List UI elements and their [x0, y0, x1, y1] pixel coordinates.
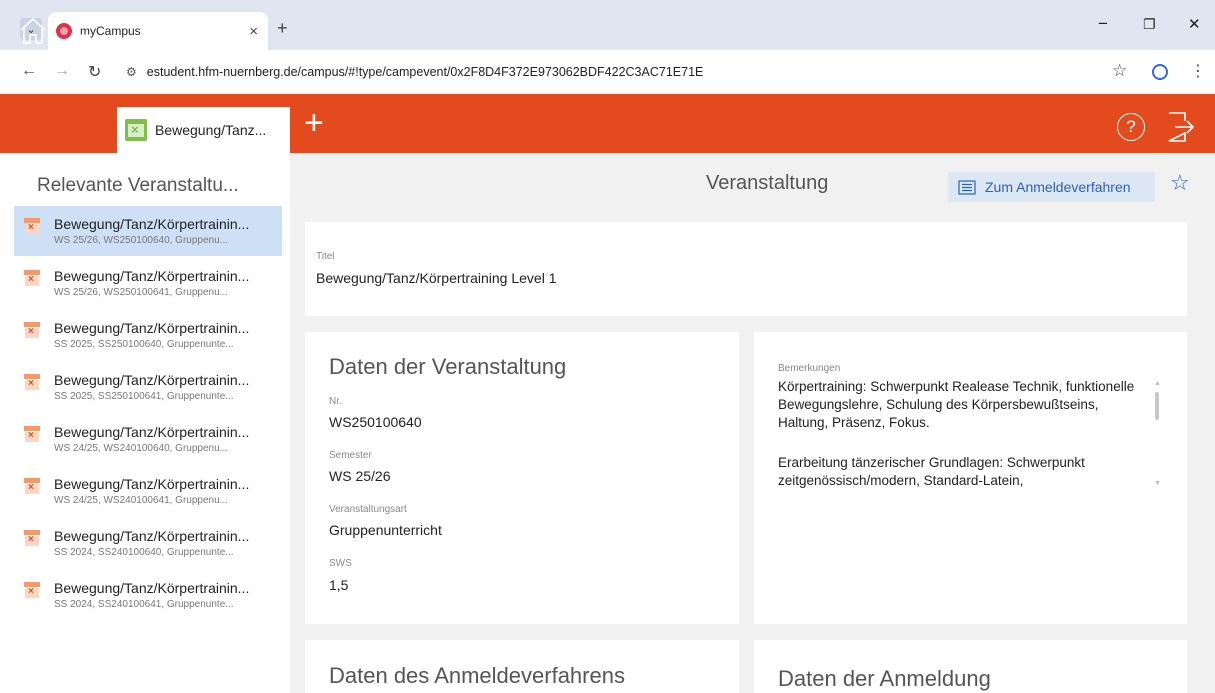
- sws-label: SWS: [329, 558, 352, 569]
- profile-icon[interactable]: [1152, 64, 1168, 80]
- list-item[interactable]: × Bewegung/Tanz/Körpertrainin... WS 25/26,…: [14, 206, 282, 256]
- list-item-subtitle: SS 2024, SS240100640, Gruppenunte...: [54, 547, 234, 558]
- browser-menu-icon[interactable]: ⋮: [1190, 61, 1206, 81]
- event-calendar-icon: ×: [24, 478, 40, 494]
- list-item-subtitle: SS 2025, SS250100640, Gruppenunte...: [54, 339, 234, 350]
- scroll-down-icon[interactable]: ▼: [1154, 480, 1161, 487]
- page-title: Veranstaltung: [706, 172, 829, 194]
- app-tab-event[interactable]: Bewegung/Tanz...: [117, 107, 290, 153]
- event-calendar-icon: ×: [24, 322, 40, 338]
- title-label: Titel: [316, 251, 335, 262]
- event-type-value: Gruppenunterricht: [329, 522, 442, 538]
- list-item-title: Bewegung/Tanz/Körpertrainin...: [54, 320, 250, 336]
- new-tab-button[interactable]: +: [277, 18, 288, 39]
- register-procedure-button[interactable]: Zum Anmeldeverfahren: [948, 172, 1155, 202]
- event-data-heading: Daten der Veranstaltung: [329, 354, 567, 379]
- list-item-subtitle: WS 25/26, WS250100641, Gruppenu...: [54, 287, 228, 298]
- list-item-title: Bewegung/Tanz/Körpertrainin...: [54, 216, 250, 232]
- sidebar-title: Relevante Veranstaltu...: [37, 175, 239, 196]
- list-item-subtitle: WS 25/26, WS250100640, Gruppenu...: [54, 235, 228, 246]
- title-card: [305, 222, 1187, 316]
- semester-value: WS 25/26: [329, 468, 391, 484]
- event-calendar-icon: ×: [24, 218, 40, 234]
- browser-tab-strip: ⌄ myCampus × + − ❐ ✕: [0, 0, 1215, 50]
- event-calendar-icon: ×: [24, 530, 40, 546]
- list-item[interactable]: × Bewegung/Tanz/Körpertrainin... WS 24/25,…: [14, 466, 282, 516]
- registration-procedure-heading: Daten des Anmeldeverfahrens: [329, 663, 625, 688]
- bookmark-star-icon[interactable]: ☆: [1112, 61, 1127, 81]
- close-tab-icon[interactable]: ×: [249, 23, 258, 40]
- address-bar-row: ← → ↻ ⚙ estudent.hfm-nuernberg.de/campus…: [0, 50, 1215, 94]
- title-value: Bewegung/Tanz/Körpertraining Level 1: [316, 270, 557, 286]
- site-info-icon[interactable]: ⚙: [126, 65, 137, 79]
- help-icon[interactable]: ?: [1117, 113, 1145, 141]
- list-item[interactable]: × Bewegung/Tanz/Körpertrainin... SS 2025, …: [14, 310, 282, 360]
- list-item-title: Bewegung/Tanz/Körpertrainin...: [54, 424, 250, 440]
- semester-label: Semester: [329, 450, 372, 461]
- sws-value: 1,5: [329, 577, 349, 593]
- list-item-title: Bewegung/Tanz/Körpertrainin...: [54, 580, 250, 596]
- number-label: Nr.: [329, 396, 342, 407]
- event-calendar-icon: ×: [24, 270, 40, 286]
- list-item-subtitle: SS 2024, SS240100641, Gruppenunte...: [54, 599, 234, 610]
- close-window-icon[interactable]: ✕: [1188, 15, 1201, 33]
- app-back-icon[interactable]: ←: [67, 16, 97, 46]
- event-calendar-icon: ×: [24, 582, 40, 598]
- reload-icon[interactable]: ↻: [88, 62, 101, 82]
- list-item[interactable]: × Bewegung/Tanz/Körpertrainin... WS 25/26,…: [14, 258, 282, 308]
- list-item-title: Bewegung/Tanz/Körpertrainin...: [54, 476, 250, 492]
- browser-tab-title: myCampus: [80, 24, 141, 38]
- list-item[interactable]: × Bewegung/Tanz/Körpertrainin... SS 2024, …: [14, 570, 282, 620]
- forward-arrow-icon[interactable]: →: [54, 62, 70, 80]
- registration-heading: Daten der Anmeldung: [778, 666, 991, 691]
- logout-icon[interactable]: [1165, 111, 1195, 143]
- list-item-subtitle: SS 2025, SS250100641, Gruppenunte...: [54, 391, 234, 402]
- remarks-paragraph-2: Erarbeitung tänzerischer Grundlagen: Sch…: [778, 455, 1085, 488]
- list-item[interactable]: × Bewegung/Tanz/Körpertrainin... SS 2025, …: [14, 362, 282, 412]
- scroll-up-icon[interactable]: ▲: [1154, 380, 1161, 387]
- favorite-star-icon[interactable]: ☆: [1170, 170, 1190, 196]
- number-value: WS250100640: [329, 414, 422, 430]
- list-icon: [958, 179, 976, 195]
- list-item[interactable]: × Bewegung/Tanz/Körpertrainin... WS 24/25,…: [14, 414, 282, 464]
- list-item-subtitle: WS 24/25, WS240100641, Gruppenu...: [54, 495, 228, 506]
- list-item-title: Bewegung/Tanz/Körpertrainin...: [54, 372, 250, 388]
- event-type-label: Veranstaltungsart: [329, 504, 407, 515]
- list-item[interactable]: × Bewegung/Tanz/Körpertrainin... SS 2024, …: [14, 518, 282, 568]
- home-icon[interactable]: [18, 16, 48, 46]
- register-procedure-label: Zum Anmeldeverfahren: [985, 179, 1131, 195]
- remarks-label: Bemerkungen: [778, 363, 841, 374]
- list-item-title: Bewegung/Tanz/Körpertrainin...: [54, 528, 250, 544]
- minimize-icon[interactable]: −: [1098, 14, 1108, 34]
- list-item-subtitle: WS 24/25, WS240100640, Gruppenu...: [54, 443, 228, 454]
- restore-icon[interactable]: ❐: [1143, 16, 1156, 33]
- remarks-scrollbar[interactable]: [1155, 392, 1159, 420]
- event-calendar-icon: ×: [24, 426, 40, 442]
- event-calendar-icon: ×: [24, 374, 40, 390]
- back-arrow-icon[interactable]: ←: [21, 62, 37, 80]
- app-tab-label: Bewegung/Tanz...: [155, 122, 267, 138]
- calendar-icon: [125, 119, 147, 141]
- remarks-paragraph-1: Körpertraining: Schwerpunkt Realease Tec…: [778, 379, 1135, 430]
- add-tab-icon[interactable]: +: [304, 104, 324, 143]
- url-input[interactable]: ⚙ estudent.hfm-nuernberg.de/campus/#!typ…: [120, 58, 1150, 86]
- list-item-title: Bewegung/Tanz/Körpertrainin...: [54, 268, 250, 284]
- url-text: estudent.hfm-nuernberg.de/campus/#!type/…: [146, 65, 704, 79]
